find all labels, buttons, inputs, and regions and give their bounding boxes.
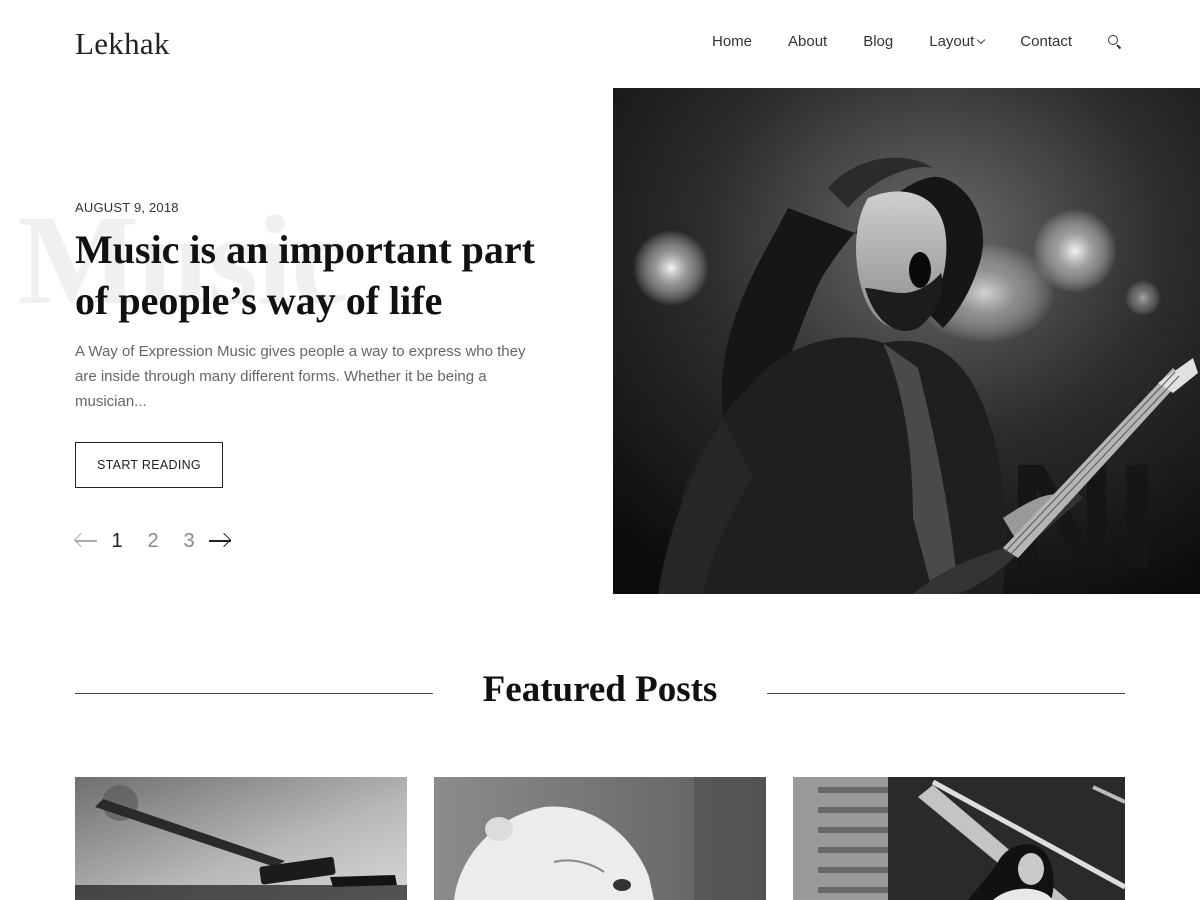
- nav-label: Layout: [929, 33, 975, 50]
- slide-page-1[interactable]: 1: [99, 530, 135, 553]
- featured-divider-left: [75, 693, 433, 694]
- site-logo[interactable]: Lekhak: [75, 26, 170, 62]
- arrow-right-icon[interactable]: [207, 532, 233, 550]
- nav-item-about[interactable]: About: [788, 33, 827, 50]
- hero-excerpt: A Way of Expression Music gives people a…: [75, 343, 526, 410]
- stairs-photo: [793, 777, 1125, 900]
- site-header: Lekhak Home About Blog Layout Contact: [0, 0, 1200, 88]
- turntable-photo: [75, 777, 407, 900]
- main-nav: Home About Blog Layout Contact: [712, 33, 1122, 50]
- arrow-left-icon[interactable]: [73, 532, 99, 550]
- nav-label: About: [788, 33, 828, 50]
- nav-item-layout[interactable]: Layout: [929, 33, 986, 50]
- nav-item-blog[interactable]: Blog: [863, 33, 893, 50]
- hero-title[interactable]: Music is an important part of people’s w…: [75, 224, 565, 326]
- polar-bear-photo: [434, 777, 766, 900]
- post-date: AUGUST 9, 2018: [75, 200, 179, 215]
- nav-item-home[interactable]: Home: [712, 33, 752, 50]
- hero-image[interactable]: NI: [613, 88, 1200, 594]
- featured-posts-title: Featured Posts: [482, 669, 718, 710]
- start-reading-button[interactable]: START READING: [75, 442, 223, 488]
- featured-post-card[interactable]: [434, 777, 766, 900]
- nav-label: Home: [712, 33, 753, 50]
- guitarist-photo: NI: [613, 88, 1200, 594]
- slider-pagination: 1 2 3: [73, 527, 233, 555]
- featured-post-card[interactable]: [75, 777, 407, 900]
- nav-label: Blog: [863, 33, 894, 50]
- slide-page-3[interactable]: 3: [171, 530, 207, 553]
- chevron-down-icon: [977, 35, 986, 44]
- slide-page-2[interactable]: 2: [135, 530, 171, 553]
- search-icon[interactable]: [1108, 34, 1122, 49]
- featured-divider-right: [767, 693, 1125, 694]
- nav-item-contact[interactable]: Contact: [1020, 33, 1072, 50]
- nav-label: Contact: [1020, 33, 1072, 50]
- featured-post-card[interactable]: [793, 777, 1125, 900]
